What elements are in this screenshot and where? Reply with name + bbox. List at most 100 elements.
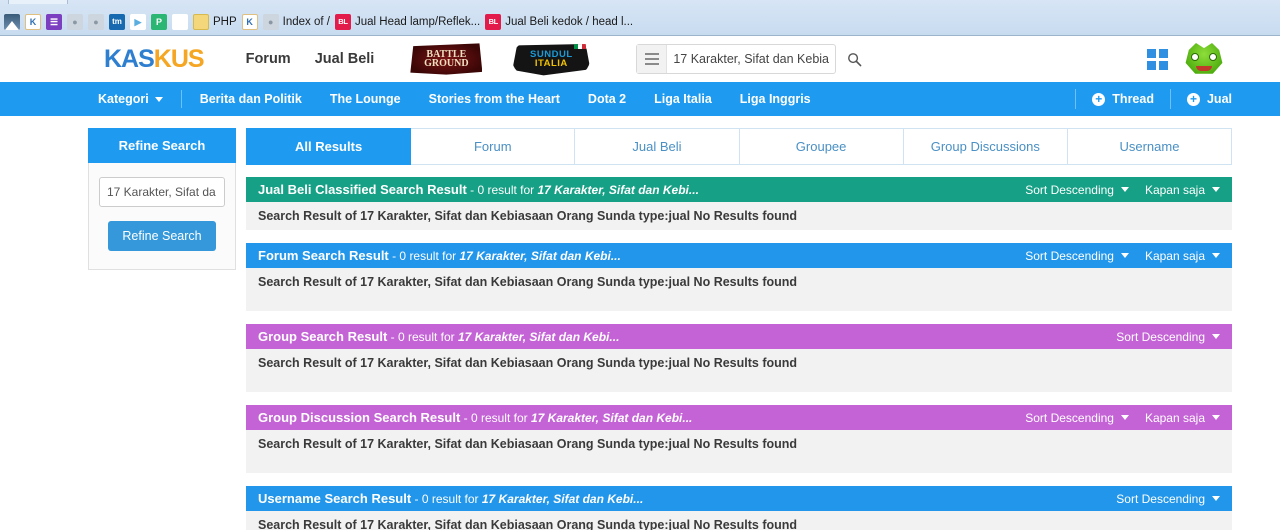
dropdown-label: Sort Descending <box>1025 182 1114 197</box>
bl-icon: BL <box>485 14 502 30</box>
bookmark-item[interactable]: ☰ <box>46 14 62 30</box>
battleground-badge-icon[interactable]: BATTLE GROUND <box>410 43 483 75</box>
result-section-body: Search Result of 17 Karakter, Sifat dan … <box>246 268 1232 311</box>
result-section-title: Forum Search Result - 0 result for 17 Ka… <box>258 248 621 263</box>
chevron-down-icon <box>1212 187 1220 192</box>
refine-search-header: Refine Search <box>88 128 236 163</box>
bookmark-item[interactable]: ▶ <box>130 14 146 30</box>
flower-icon: ❀ <box>172 14 188 30</box>
nav-link-dota-2[interactable]: Dota 2 <box>588 92 626 106</box>
dropdown-sort-descending[interactable]: Sort Descending <box>1025 249 1129 263</box>
create-thread-label: Thread <box>1112 92 1154 106</box>
bookmark-item[interactable]: ● Index of / <box>262 14 330 30</box>
result-section: Group Search Result - 0 result for 17 Ka… <box>246 324 1232 392</box>
nav-link-the-lounge[interactable]: The Lounge <box>330 92 401 106</box>
search-icon[interactable] <box>840 52 868 67</box>
bookmark-item[interactable]: PHP <box>193 14 237 30</box>
result-section: Group Discussion Search Result - 0 resul… <box>246 405 1232 473</box>
folder-icon <box>193 14 209 30</box>
result-section-title: Group Search Result - 0 result for 17 Ka… <box>258 329 619 344</box>
tab-jual-beli[interactable]: Jual Beli <box>575 128 740 165</box>
sundul-italia-badge-icon[interactable]: SUNDUL ITALIA <box>512 44 591 76</box>
italy-flag-icon <box>574 44 587 49</box>
chevron-down-icon <box>1120 415 1129 420</box>
bookmark-item[interactable]: K <box>25 14 41 30</box>
dropdown-sort-descending[interactable]: Sort Descending <box>1025 411 1129 425</box>
create-thread-button[interactable]: + Thread <box>1092 92 1154 106</box>
dropdown-kapan-saja[interactable]: Kapan saja <box>1145 249 1220 263</box>
nav-kategori-label: Kategori <box>98 92 149 106</box>
bookmark-item[interactable]: tm <box>109 14 125 30</box>
refine-search-button[interactable]: Refine Search <box>108 221 216 251</box>
globe-icon: ● <box>88 14 104 30</box>
tab-groupee[interactable]: Groupee <box>739 128 904 165</box>
chevron-down-icon <box>1212 415 1220 420</box>
kaskus-k-icon: K <box>25 14 41 30</box>
header-link-jual-beli[interactable]: Jual Beli <box>315 51 375 67</box>
list-icon: ☰ <box>46 14 62 30</box>
nav-action-divider-right <box>1169 89 1171 109</box>
bookmark-item[interactable]: K <box>241 14 258 30</box>
nav-link-liga-inggris[interactable]: Liga Inggris <box>740 92 811 106</box>
chevron-down-icon <box>1212 253 1220 258</box>
dropdown-kapan-saja[interactable]: Kapan saja <box>1145 411 1220 425</box>
result-section-title: Username Search Result - 0 result for 17… <box>258 491 643 506</box>
mountain-icon <box>4 14 20 30</box>
result-section-name: Username Search Result <box>258 491 412 506</box>
tab-forum[interactable]: Forum <box>411 128 576 165</box>
battleground-line2: GROUND <box>424 58 469 69</box>
bookmark-item[interactable]: BL Jual Head lamp/Reflek... <box>334 14 480 30</box>
tab-username[interactable]: Username <box>1067 128 1233 165</box>
kaskus-logo[interactable]: KASKUS <box>104 44 205 74</box>
bookmark-item[interactable]: P <box>151 14 167 30</box>
bookmark-item[interactable] <box>4 14 20 30</box>
nav-link-stories-from-the-heart[interactable]: Stories from the Heart <box>429 92 560 106</box>
plus-icon: + <box>1186 92 1200 106</box>
logo-text-secondary: KUS <box>153 44 205 73</box>
nav-kategori-dropdown[interactable]: Kategori <box>98 92 181 106</box>
nav-link-liga-italia[interactable]: Liga Italia <box>654 92 712 106</box>
result-query-text: 17 Karakter, Sifat dan Kebi... <box>537 183 699 197</box>
tab-all-results[interactable]: All Results <box>246 128 412 165</box>
bookmark-item[interactable]: ● <box>67 14 83 30</box>
bookmark-label: Index of / <box>282 16 330 28</box>
dropdown-sort-descending[interactable]: Sort Descending <box>1116 492 1220 506</box>
chevron-down-icon <box>1212 334 1220 339</box>
search-input[interactable] <box>667 52 841 66</box>
avatar[interactable] <box>1184 43 1224 75</box>
result-count-text: - 0 result for <box>388 249 460 263</box>
hamburger-icon[interactable] <box>637 45 668 73</box>
dropdown-sort-descending[interactable]: Sort Descending <box>1116 330 1220 344</box>
dropdown-label: Sort Descending <box>1025 410 1114 425</box>
header-nav: Forum Jual Beli BATTLE GROUND SUNDUL ITA… <box>246 42 862 76</box>
refine-search-input[interactable] <box>99 177 225 207</box>
result-section-title: Jual Beli Classified Search Result - 0 r… <box>258 182 699 197</box>
dropdown-sort-descending[interactable]: Sort Descending <box>1025 183 1129 197</box>
grid-apps-icon[interactable] <box>1147 48 1168 70</box>
browser-tab-stub[interactable] <box>8 0 68 4</box>
browser-chrome: K ☰ ● ● tm ▶ P ❀ PHP K ● Index of / BL Jual Head lamp… <box>0 0 1280 36</box>
chevron-down-icon <box>1120 253 1129 258</box>
header-link-forum[interactable]: Forum <box>246 51 291 67</box>
globe-icon: ● <box>262 14 279 30</box>
kaskus-k-icon: K <box>241 14 258 30</box>
frog-mouth-icon <box>1196 66 1212 71</box>
result-count-text: - 0 result for <box>411 492 482 506</box>
create-jual-button[interactable]: + Jual <box>1186 92 1232 106</box>
bookmark-bar: K ☰ ● ● tm ▶ P ❀ PHP K ● Index of / BL Jual Head lamp… <box>0 9 1280 35</box>
result-section-tools: Sort Descending <box>1116 330 1220 344</box>
bookmark-item[interactable]: ● <box>88 14 104 30</box>
result-section-header: Username Search Result - 0 result for 17… <box>246 486 1232 511</box>
tab-group-discussions[interactable]: Group Discussions <box>903 128 1068 165</box>
dropdown-kapan-saja[interactable]: Kapan saja <box>1145 183 1220 197</box>
page-body: Refine Search Refine Search All ResultsF… <box>0 116 1280 530</box>
result-section-tools: Sort Descending Kapan saja <box>1025 249 1220 263</box>
bookmark-item[interactable]: BL Jual Beli kedok / head l... <box>485 14 633 30</box>
result-section: Jual Beli Classified Search Result - 0 r… <box>246 177 1232 230</box>
result-section-body: Search Result of 17 Karakter, Sifat dan … <box>246 202 1232 230</box>
bookmark-item[interactable]: ❀ <box>172 14 188 30</box>
nav-divider <box>180 90 182 108</box>
nav-link-berita-dan-politik[interactable]: Berita dan Politik <box>200 92 302 106</box>
result-section: Forum Search Result - 0 result for 17 Ka… <box>246 243 1232 311</box>
bird-icon: ▶ <box>130 14 146 30</box>
